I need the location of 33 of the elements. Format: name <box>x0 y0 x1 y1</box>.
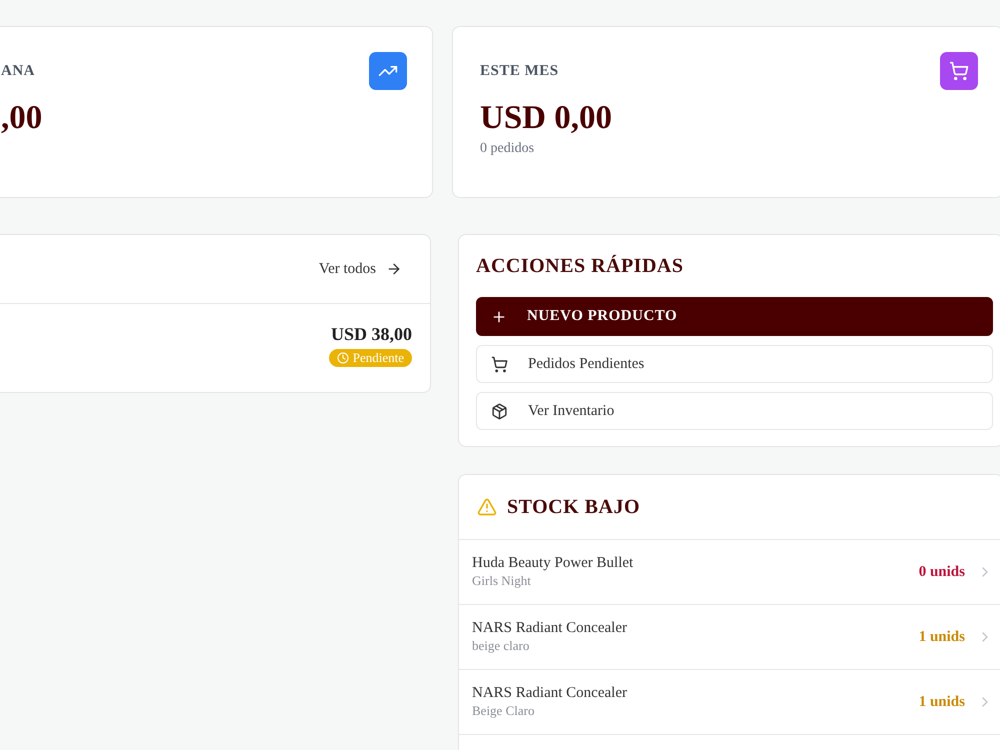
status-text: Pendiente <box>352 350 404 366</box>
order-total: USD 38,00 <box>330 324 412 345</box>
plus-icon <box>491 308 507 324</box>
warning-icon <box>477 497 497 517</box>
action-button[interactable]: NUEVO PRODUCTO <box>476 297 993 336</box>
stat-amount: ,00 <box>1 100 42 137</box>
stock-row[interactable]: NARS Radiant Concealer Beige Claro 1 unids <box>459 670 1000 735</box>
action-button[interactable]: Pedidos Pendientes <box>476 345 993 383</box>
product-name: NARS Radiant Concealer <box>472 620 628 637</box>
product-variant: Beige Claro <box>472 703 536 719</box>
view-all-link[interactable]: Ver todos <box>318 260 402 278</box>
stat-note: 0 pedidos <box>480 141 536 157</box>
cart-icon <box>491 356 508 372</box>
stock-quantity: 0 unids <box>918 564 965 580</box>
stock-row[interactable]: Huda Beauty Power Bullet Girls Night 0 unids <box>459 540 1000 605</box>
clock-icon <box>336 352 349 364</box>
stock-quantity: 1 unids <box>918 628 965 646</box>
product-name: Huda Beauty Power Bullet <box>472 555 634 572</box>
cart-icon <box>940 52 978 90</box>
arrow-right-icon <box>386 261 402 277</box>
stock-quantity: 1 unids <box>918 694 965 710</box>
card-title: STOCK BAJO <box>507 496 640 518</box>
product-variant: Girls Night <box>472 573 532 589</box>
trend-icon <box>369 52 407 90</box>
stat-amount: USD 0,00 <box>480 100 612 137</box>
product-variant: beige claro <box>472 638 530 654</box>
stat-label: ANA <box>1 63 36 80</box>
product-name: NARS Radiant Concealer <box>472 685 628 702</box>
box-icon <box>491 402 508 420</box>
card-title: ACCIONES RÁPIDAS <box>476 255 684 278</box>
action-button[interactable]: Ver Inventario <box>476 392 993 430</box>
stock-row[interactable]: NARS Radiant Concealer beige claro 1 unids <box>459 605 1000 670</box>
stat-label: ESTE MES <box>480 63 560 80</box>
